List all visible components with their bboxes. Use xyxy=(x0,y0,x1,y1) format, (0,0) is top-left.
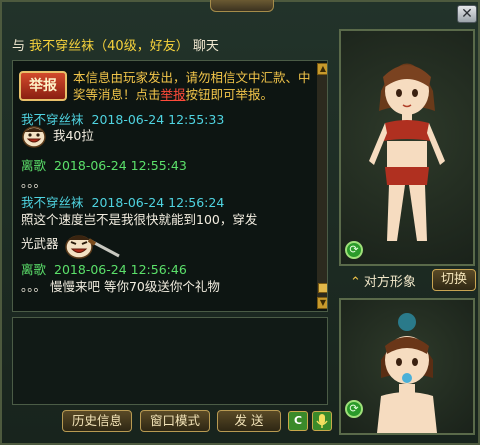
microphone-icon[interactable] xyxy=(312,411,332,431)
c-button[interactable]: C xyxy=(288,411,308,431)
report-link[interactable]: 举报 xyxy=(161,87,186,102)
message-time: 2018-06-24 12:55:43 xyxy=(54,158,187,173)
warning-text: 本信息由玩家发出，请勿相信文中汇款、中奖等消息！点击举报按钮即可举报。 xyxy=(73,69,318,103)
message-time: 2018-06-24 12:55:33 xyxy=(91,112,225,127)
self-portrait: ⟳ xyxy=(339,298,475,435)
report-badge[interactable]: 举报 xyxy=(19,71,67,101)
message-text: 我40拉 xyxy=(52,128,94,143)
chat-window: ✕ 与 我不穿丝袜（40级，好友） 聊天 举报 本信息由玩家发出，请勿相信文中汇… xyxy=(0,0,480,445)
message-body: 。。。 慢慢来吧 等你70级送你个礼物 xyxy=(21,276,220,295)
history-button[interactable]: 历史信息 xyxy=(62,410,132,432)
sender-name[interactable]: 我不穿丝袜 xyxy=(21,195,84,210)
log-scrollbar[interactable]: ▲ ▼ xyxy=(317,63,327,309)
target-label: ⌃ 对方形象 xyxy=(350,271,416,290)
message-body: 。。。 xyxy=(21,172,46,191)
refresh-icon[interactable]: ⟳ xyxy=(345,241,363,259)
message-log[interactable]: 举报 本信息由玩家发出，请勿相信文中汇款、中奖等消息！点击举报按钮即可举报。 我… xyxy=(12,60,328,312)
target-portrait: ⟳ xyxy=(339,29,475,266)
window-mode-button[interactable]: 窗口模式 xyxy=(140,410,210,432)
character-figure-icon xyxy=(369,63,445,241)
angry-knife-face-icon xyxy=(63,234,123,259)
message-body: 我40拉 xyxy=(21,125,94,148)
chat-partner-name[interactable]: 我不穿丝袜（40级，好友） xyxy=(29,39,189,54)
message-text: 。。。 慢慢来吧 等你70级送你个礼物 xyxy=(21,279,220,294)
warning-text-after: 按钮即可举报。 xyxy=(185,87,274,102)
switch-button[interactable]: 切换 xyxy=(432,269,476,291)
message-time: 2018-06-24 12:56:24 xyxy=(91,195,225,210)
message-body-cont: 光武器 xyxy=(21,233,123,259)
send-button[interactable]: 发 送 xyxy=(217,410,281,432)
message-body: 照这个速度岂不是我很快就能到100，穿发 xyxy=(21,209,257,228)
sender-name[interactable]: 离歌 xyxy=(21,262,46,277)
target-label-text: 对方形象 xyxy=(363,275,416,290)
message-text: 照这个速度岂不是我很快就能到100，穿发 xyxy=(21,212,258,227)
header-suffix: 聊天 xyxy=(192,39,219,54)
chevron-up-icon: ⌃ xyxy=(350,275,361,290)
message-input[interactable] xyxy=(12,317,328,405)
chat-header: 与 我不穿丝袜（40级，好友） 聊天 xyxy=(12,35,219,54)
scroll-up-icon[interactable]: ▲ xyxy=(317,63,327,75)
message-text: 。。。 xyxy=(21,175,47,190)
header-prefix: 与 xyxy=(12,39,26,54)
scroll-down-icon[interactable]: ▼ xyxy=(317,297,327,309)
grin-face-icon xyxy=(21,125,49,148)
sender-name[interactable]: 离歌 xyxy=(21,158,46,173)
title-tab xyxy=(210,0,274,12)
refresh-icon[interactable]: ⟳ xyxy=(345,400,363,418)
message-time: 2018-06-24 12:56:46 xyxy=(54,262,187,277)
scroll-thumb[interactable] xyxy=(318,283,327,293)
fraud-warning: 举报 本信息由玩家发出，请勿相信文中汇款、中奖等消息！点击举报按钮即可举报。 xyxy=(19,67,314,109)
message-text: 光武器 xyxy=(21,236,59,251)
close-button[interactable]: ✕ xyxy=(457,5,477,23)
